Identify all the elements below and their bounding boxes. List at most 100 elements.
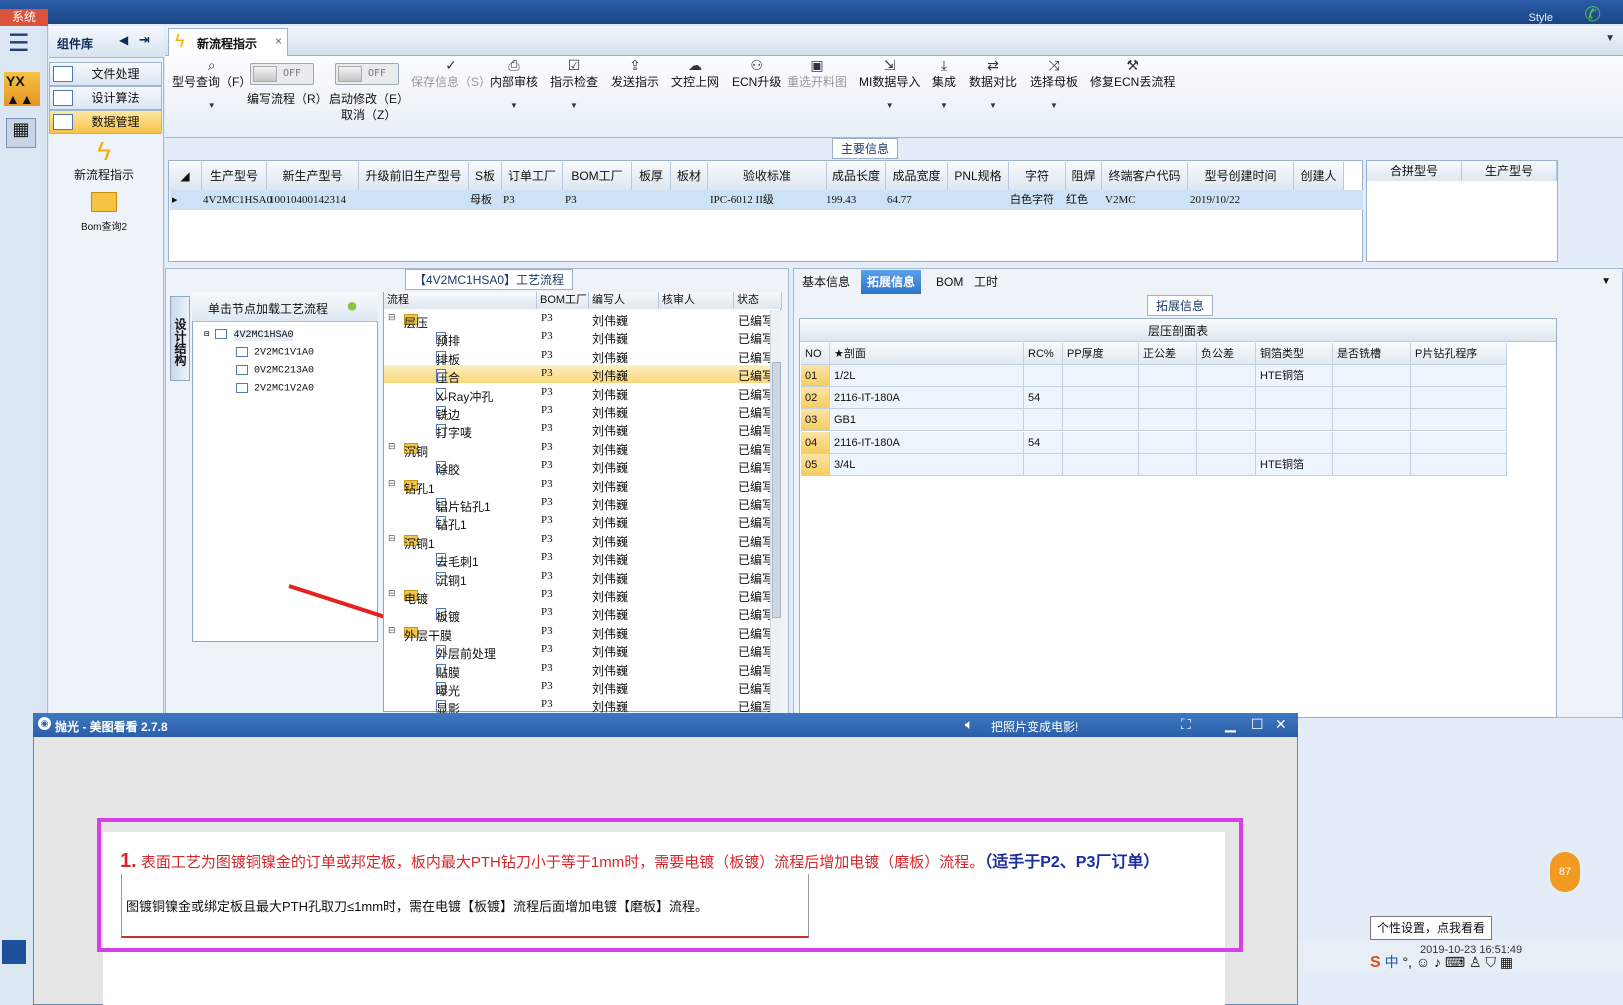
- lamination-cell[interactable]: [1256, 387, 1333, 410]
- lamination-cell[interactable]: [1139, 409, 1197, 432]
- collapse-icon[interactable]: ⊟: [388, 478, 396, 489]
- floating-badge[interactable]: 87: [1550, 852, 1580, 892]
- shirt-icon[interactable]: ⛉: [1485, 954, 1496, 970]
- save-button[interactable]: ✓ 保存信息（S）: [411, 57, 491, 90]
- lamination-row-number[interactable]: 02: [801, 387, 830, 410]
- grid-header[interactable]: 字符: [1009, 162, 1066, 190]
- flow-header[interactable]: 状态: [734, 292, 782, 309]
- lamination-cell[interactable]: HTE铜箔: [1256, 453, 1333, 476]
- menu-icon[interactable]: ☰: [8, 32, 30, 56]
- lamination-cell[interactable]: GB1: [830, 409, 1024, 432]
- ecn-button[interactable]: ⚇ ECN升级: [732, 57, 781, 90]
- flow-row[interactable]: ⊟ 电镀 P3 刘伟巍 已编写: [384, 586, 770, 606]
- speaker-icon[interactable]: 🔈︎: [965, 716, 973, 733]
- query-button[interactable]: ⌕ 型号查询（F） ▼: [172, 57, 251, 114]
- yx-app-icon[interactable]: YX ▲▲: [4, 72, 40, 107]
- lamination-cell[interactable]: [1411, 431, 1507, 454]
- punctuation-icon[interactable]: °,: [1402, 954, 1412, 970]
- chevron-down-icon[interactable]: ▼: [1605, 33, 1615, 44]
- tab-extended-info[interactable]: 拓展信息: [861, 270, 922, 294]
- flow-row[interactable]: 预排 P3 刘伟巍 已编写: [384, 328, 770, 348]
- lamination-cell[interactable]: [1024, 453, 1063, 476]
- grid-header[interactable]: 创建人: [1294, 162, 1344, 190]
- lamination-cell[interactable]: [1024, 409, 1063, 432]
- flow-header[interactable]: 流程: [384, 292, 537, 309]
- component-item-design[interactable]: 设计算法: [49, 86, 162, 110]
- flow-row[interactable]: ⊟ 沉铜 P3 刘伟巍 已编写: [384, 439, 770, 459]
- flow-row[interactable]: ⊟ 外层干膜 P3 刘伟巍 已编写: [384, 623, 770, 643]
- lamination-header[interactable]: P片钻孔程序: [1411, 343, 1507, 365]
- flow-header[interactable]: BOM工厂: [537, 292, 589, 309]
- send-button[interactable]: ⇪ 发送指示: [611, 57, 659, 90]
- tree-node[interactable]: 2V2MC1V2A0: [236, 383, 314, 395]
- grid-cell[interactable]: 199.43: [826, 190, 856, 210]
- lamination-cell[interactable]: [1139, 387, 1197, 410]
- lamination-cell[interactable]: [1411, 409, 1507, 432]
- lamination-cell[interactable]: [1063, 365, 1139, 387]
- lamination-header[interactable]: RC%: [1024, 343, 1063, 365]
- tool-new-flow[interactable]: ϟ 新流程指示: [49, 136, 159, 183]
- emoji-icon[interactable]: ☺: [1416, 954, 1430, 970]
- grid-cell[interactable]: V2MC: [1105, 190, 1136, 210]
- collapse-icon[interactable]: ⊟: [388, 312, 396, 323]
- grid-header[interactable]: 板材: [671, 162, 708, 190]
- grid-header[interactable]: 成品宽度: [886, 162, 948, 190]
- grid-cell[interactable]: 红色: [1066, 190, 1088, 210]
- sogou-icon[interactable]: S: [1370, 954, 1381, 971]
- flow-row[interactable]: 板镀 P3 刘伟巍 已编写: [384, 604, 770, 624]
- lamination-cell[interactable]: 3/4L: [830, 453, 1024, 476]
- lamination-cell[interactable]: [1411, 387, 1507, 410]
- grid-cell[interactable]: 2019/10/22: [1190, 190, 1240, 210]
- grid-header[interactable]: 阻焊: [1066, 162, 1102, 190]
- close-icon[interactable]: ✕: [1275, 716, 1287, 733]
- grid-cell[interactable]: P3: [503, 190, 515, 210]
- lamination-cell[interactable]: [1139, 453, 1197, 476]
- cancel-label[interactable]: 取消（Z）: [341, 106, 396, 123]
- flow-row[interactable]: 去毛刺1 P3 刘伟巍 已编写: [384, 549, 770, 569]
- flow-row[interactable]: 排板 P3 刘伟巍 已编写: [384, 347, 770, 367]
- lamination-header[interactable]: PP厚度: [1063, 343, 1139, 365]
- grid-header[interactable]: 订单工厂: [502, 162, 563, 190]
- lamination-cell[interactable]: [1333, 365, 1411, 387]
- lamination-cell[interactable]: 54: [1024, 387, 1063, 410]
- lamination-cell[interactable]: [1197, 431, 1256, 454]
- lamination-cell[interactable]: [1333, 387, 1411, 410]
- merge-header[interactable]: 合拼型号: [1367, 161, 1462, 181]
- lamination-cell[interactable]: 1/2L: [830, 365, 1024, 387]
- internal-review-button[interactable]: ⎙ 内部审核 ▼: [490, 57, 538, 114]
- grid-header[interactable]: 板厚: [632, 162, 671, 190]
- collapse-icon[interactable]: ⊟: [388, 533, 396, 544]
- upload-button[interactable]: ☁ 文控上网: [671, 57, 719, 90]
- component-item-data[interactable]: 数据管理: [49, 110, 162, 134]
- flow-header[interactable]: 核审人: [659, 292, 734, 309]
- lamination-cell[interactable]: HTE铜箔: [1256, 365, 1333, 387]
- flow-row[interactable]: 除胶 P3 刘伟巍 已编写: [384, 457, 770, 477]
- write-flow-toggle[interactable]: OFF: [250, 63, 314, 85]
- lamination-cell[interactable]: 2116-IT-180A: [830, 387, 1024, 410]
- lamination-cell[interactable]: [1333, 453, 1411, 476]
- lamination-cell[interactable]: [1197, 387, 1256, 410]
- flow-row[interactable]: 铣边 P3 刘伟巍 已编写: [384, 402, 770, 422]
- chevron-down-icon[interactable]: ▼: [1601, 276, 1611, 287]
- collapse-icon[interactable]: ⊟: [388, 441, 396, 452]
- flow-row[interactable]: 打字唛 P3 刘伟巍 已编写: [384, 420, 770, 440]
- check-button[interactable]: ☑ 指示检查 ▼: [550, 57, 598, 114]
- lamination-header[interactable]: 正公差: [1139, 343, 1197, 365]
- flow-row[interactable]: 铝片钻孔1 P3 刘伟巍 已编写: [384, 494, 770, 514]
- lamination-header[interactable]: 铜箔类型: [1256, 343, 1333, 365]
- minimize-icon[interactable]: ▁: [1225, 716, 1236, 733]
- lamination-row-number[interactable]: 05: [801, 453, 830, 476]
- scroll-thumb[interactable]: [772, 362, 781, 618]
- grid-cell[interactable]: 4V2MC1HSA0: [203, 190, 272, 210]
- grid-cell[interactable]: 母板: [470, 190, 492, 210]
- flow-row[interactable]: 贴膜 P3 刘伟巍 已编写: [384, 660, 770, 680]
- mi-import-button[interactable]: ⇲ MI数据导入 ▼: [859, 57, 920, 114]
- tab-bom[interactable]: BOM: [930, 270, 969, 294]
- grid-header[interactable]: 升级前旧生产型号: [359, 162, 469, 190]
- lamination-cell[interactable]: [1139, 365, 1197, 387]
- lamination-cell[interactable]: [1063, 453, 1139, 476]
- integrate-button[interactable]: ⤓ 集成 ▼: [932, 57, 956, 114]
- grid-header[interactable]: 生产型号: [202, 162, 267, 190]
- lamination-header[interactable]: 负公差: [1197, 343, 1256, 365]
- tree-node[interactable]: 2V2MC1V1A0: [236, 347, 314, 359]
